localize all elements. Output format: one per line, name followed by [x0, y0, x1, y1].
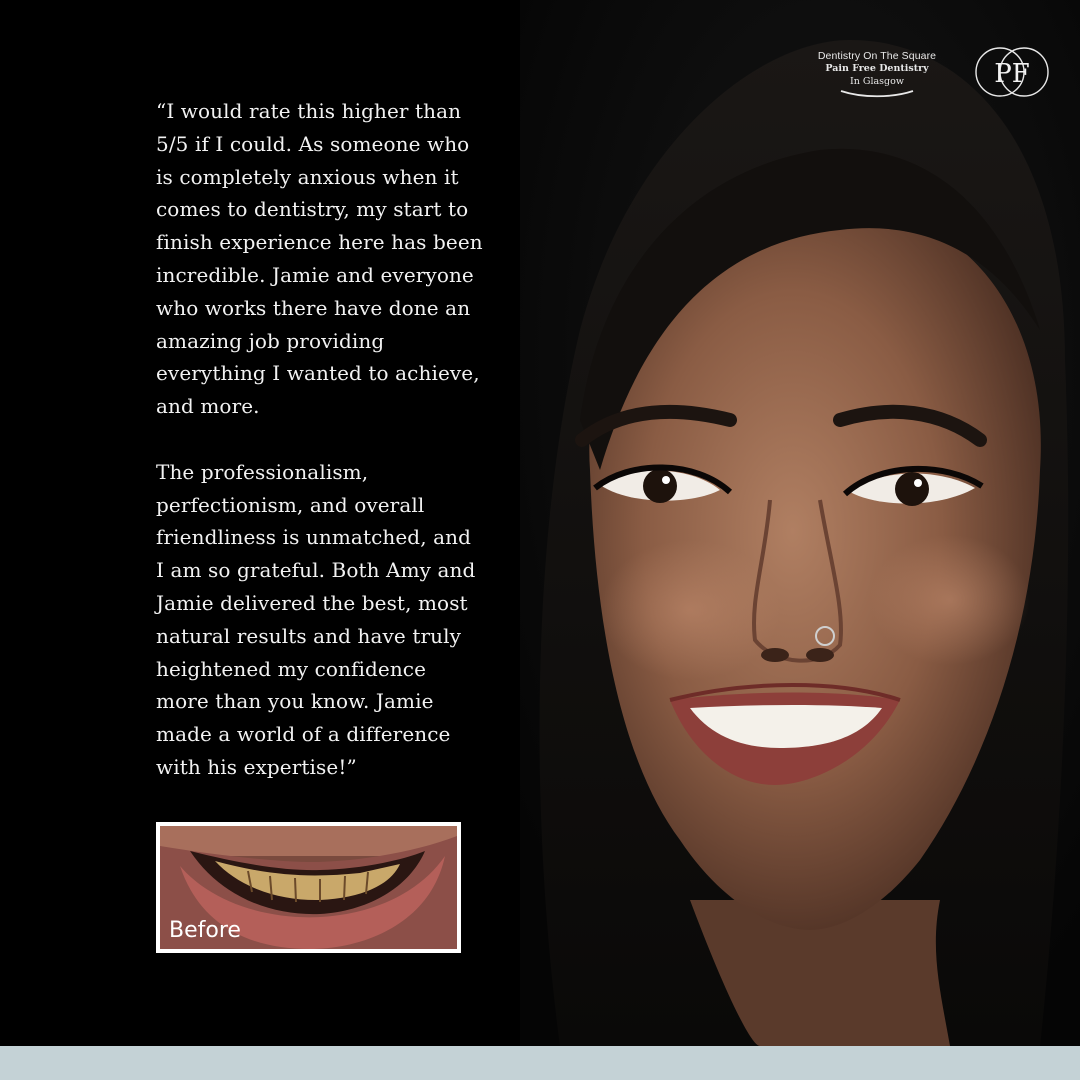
brand-tagline: Pain Free Dentistry [825, 63, 929, 74]
before-label: Before [169, 918, 241, 943]
footer-band [0, 1046, 1080, 1080]
testimonial-post: “I would rate this higher than 5/5 if I … [0, 0, 1080, 1046]
logo-letters: PF [994, 59, 1030, 89]
brand-block: Dentistry On The Square Pain Free Dentis… [808, 50, 946, 98]
testimonial-quote: “I would rate this higher than 5/5 if I … [156, 95, 506, 784]
brand-swoosh-icon [840, 90, 914, 98]
patient-portrait [520, 0, 1080, 1046]
brand-name: Dentistry On The Square [817, 50, 937, 62]
pf-logo-icon: PF [975, 47, 1049, 97]
testimonial-paragraph-2: The professionalism, perfectionism, and … [156, 459, 476, 779]
brand-location: In Glasgow [850, 76, 904, 87]
testimonial-paragraph-1: “I would rate this higher than 5/5 if I … [156, 99, 483, 419]
before-photo-card: Before [156, 822, 461, 953]
